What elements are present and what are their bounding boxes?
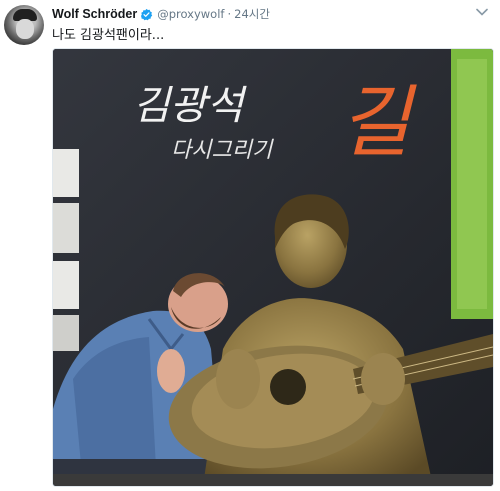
sign-subtitle: 다시그리기 — [171, 138, 274, 163]
tweet-card: Wolf Schröder @proxywolf · 24시간 나도 김광석팬이… — [0, 0, 500, 491]
sign-word: 길 — [339, 78, 417, 168]
avatar[interactable] — [4, 5, 44, 45]
sign-name: 김광석 — [133, 83, 248, 129]
verified-badge-icon — [141, 8, 153, 20]
tweet-header: Wolf Schröder @proxywolf · 24시간 — [52, 6, 270, 22]
photo-scene: 김광석 다시그리기 길 — [53, 49, 493, 486]
chevron-down-icon[interactable] — [476, 8, 488, 16]
tweet-photo[interactable]: 김광석 다시그리기 길 — [52, 48, 494, 487]
author-handle[interactable]: @proxywolf — [157, 7, 224, 21]
tweet-text: 나도 김광석팬이라... — [52, 28, 165, 43]
author-name[interactable]: Wolf Schröder — [52, 7, 137, 21]
timestamp[interactable]: 24시간 — [234, 6, 270, 22]
separator-dot: · — [227, 7, 232, 21]
